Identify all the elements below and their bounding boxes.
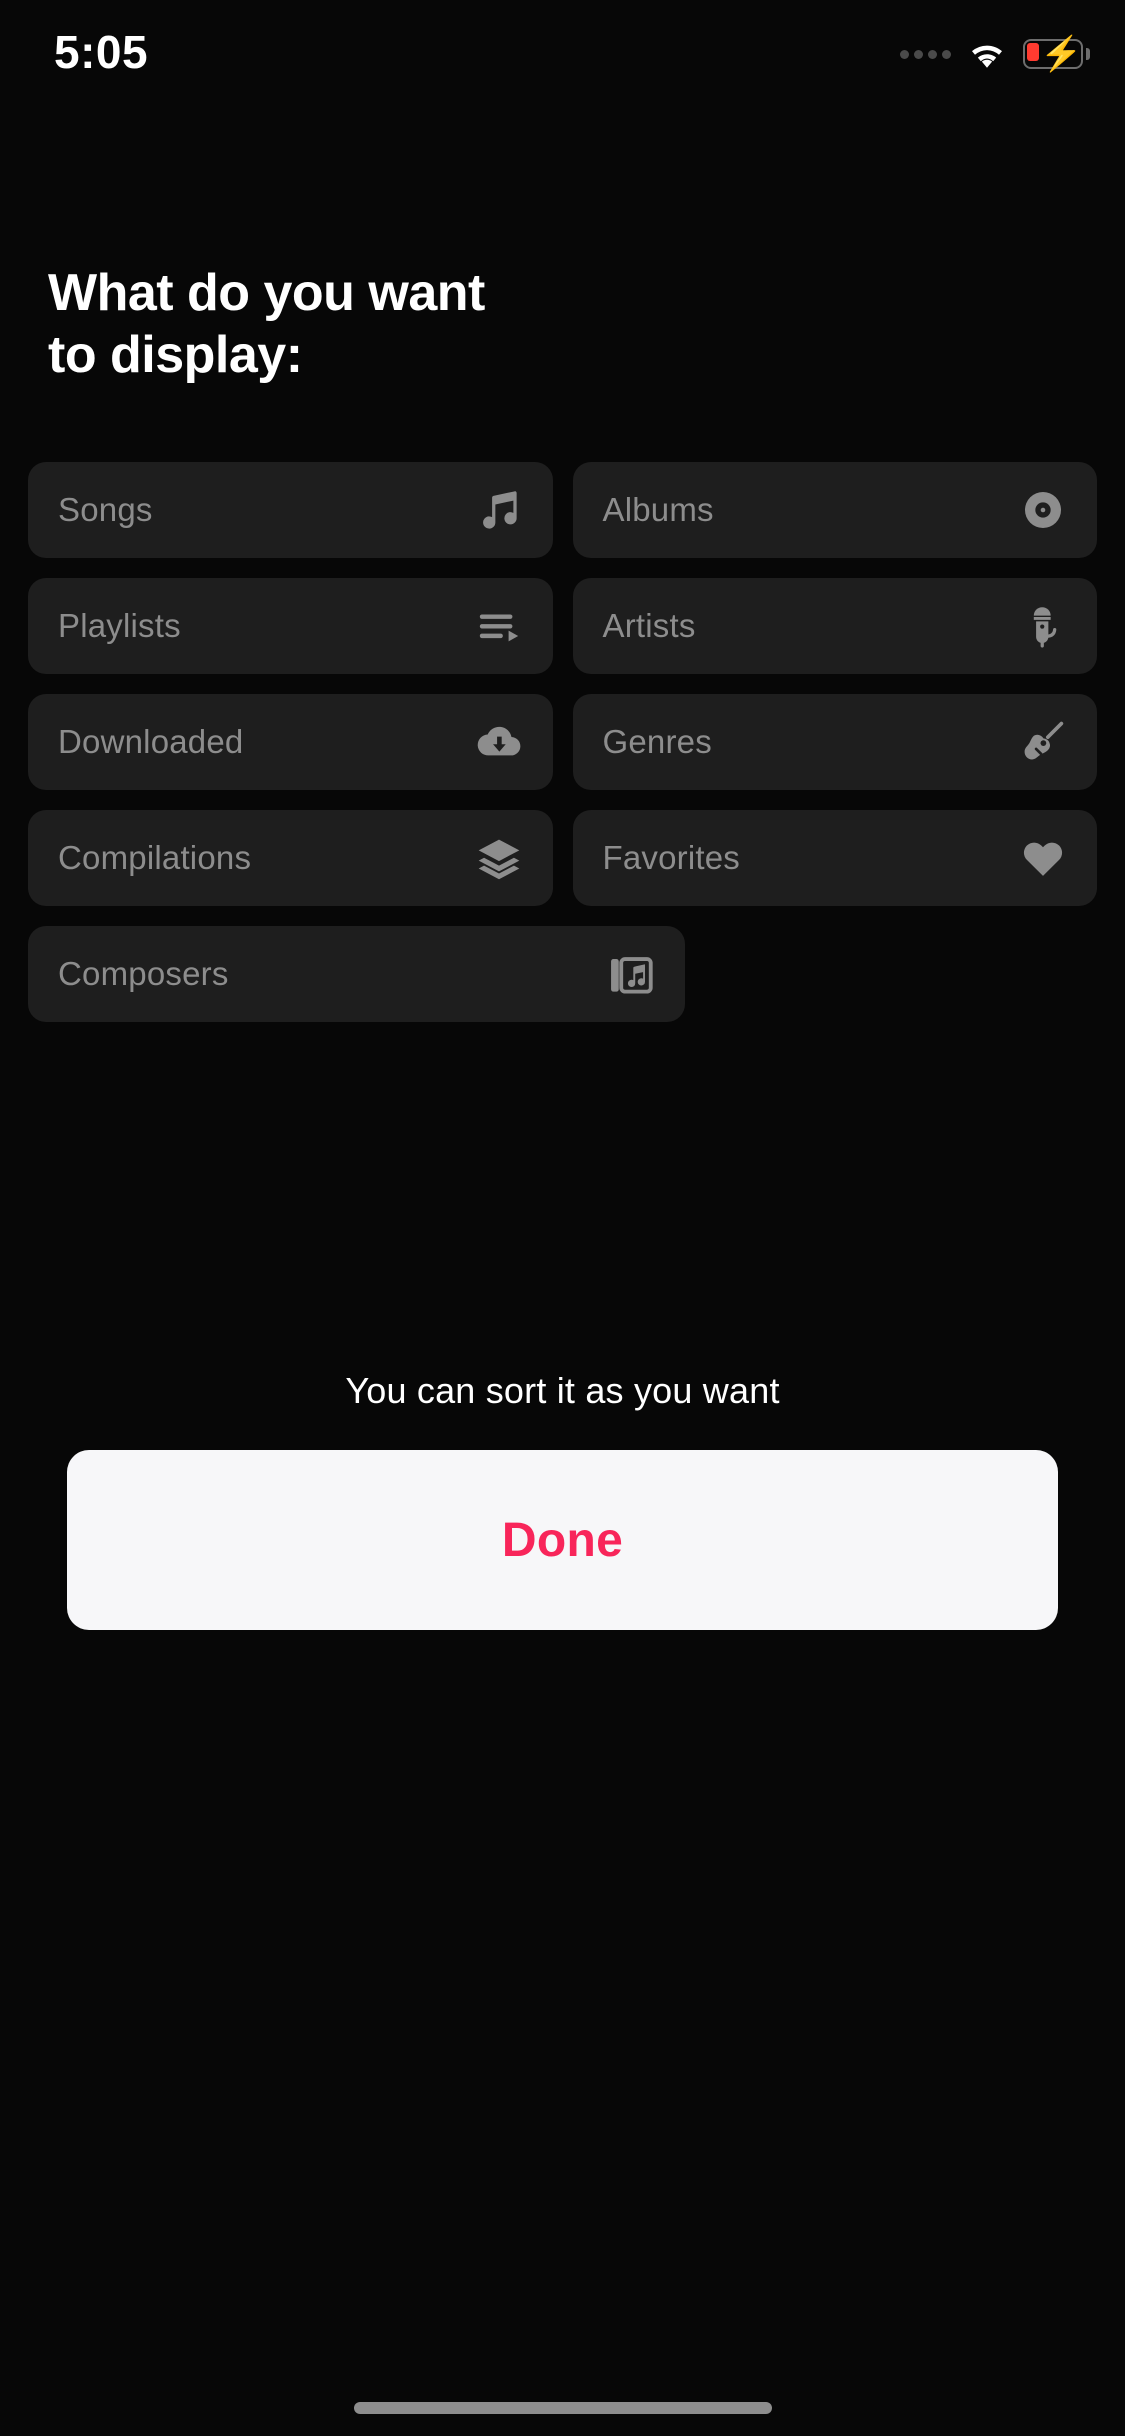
option-chip-artists[interactable]: Artists (572, 578, 1097, 674)
option-label: Downloaded (58, 723, 244, 760)
vinyl-disc-icon (1017, 484, 1069, 536)
option-chip-genres[interactable]: Genres (572, 694, 1097, 790)
music-library-icon (605, 948, 657, 1000)
display-options-grid: Songs Albums Playlists Artists Downloade… (28, 462, 1097, 1042)
option-label: Genres (602, 723, 712, 760)
guitar-icon (1017, 716, 1069, 768)
battery-low-charging-icon: ⚡ (1023, 36, 1090, 72)
option-chip-downloaded[interactable]: Downloaded (28, 694, 553, 790)
option-row: Songs Albums (28, 462, 1097, 558)
option-row: Playlists Artists (28, 578, 1097, 674)
option-chip-composers[interactable]: Composers (28, 926, 685, 1022)
option-chip-favorites[interactable]: Favorites (572, 810, 1097, 906)
page-title: What do you want to display: (48, 264, 485, 384)
app-screen: 5:05 ⚡ What do you want to display: Song… (0, 0, 1125, 2436)
option-chip-albums[interactable]: Albums (572, 462, 1097, 558)
option-label: Artists (602, 607, 696, 644)
option-chip-playlists[interactable]: Playlists (28, 578, 553, 674)
heart-icon (1017, 832, 1069, 884)
sort-hint-text: You can sort it as you want (345, 1370, 780, 1411)
status-bar-clock: 5:05 (54, 26, 149, 78)
option-chip-songs[interactable]: Songs (28, 462, 553, 558)
option-chip-compilations[interactable]: Compilations (28, 810, 553, 906)
status-bar-indicators: ⚡ (900, 28, 1090, 80)
cloud-download-icon (473, 716, 525, 768)
microphone-icon (1017, 600, 1069, 652)
option-label: Albums (602, 491, 714, 528)
option-label: Compilations (58, 839, 252, 876)
home-indicator[interactable] (353, 2402, 772, 2414)
wifi-icon (967, 39, 1007, 69)
option-row: Downloaded Genres (28, 694, 1097, 790)
playlist-queue-icon (473, 600, 525, 652)
layers-stack-icon (473, 832, 525, 884)
option-label: Songs (58, 491, 153, 528)
option-label: Playlists (58, 607, 181, 644)
done-button[interactable]: Done (67, 1450, 1058, 1630)
option-row: Compilations Favorites (28, 810, 1097, 906)
status-bar: 5:05 ⚡ (0, 0, 1125, 132)
music-note-icon (473, 484, 525, 536)
option-row: Composers (28, 926, 1097, 1022)
option-label: Composers (58, 955, 229, 992)
signal-dots-icon (900, 49, 951, 59)
done-button-label: Done (501, 1513, 624, 1567)
option-label: Favorites (602, 839, 741, 876)
